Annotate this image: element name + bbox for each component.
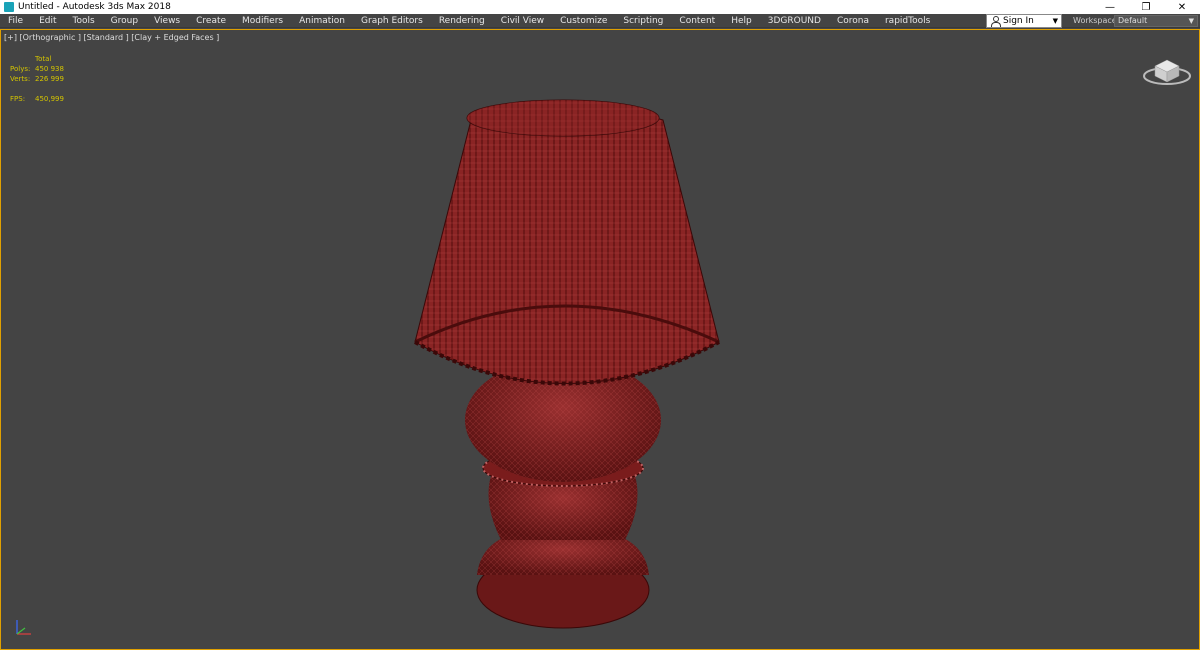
viewport-orthographic[interactable]: [+] [Orthographic ] [Standard ] [Clay + … [0,29,1200,650]
workspace-value: Default [1118,16,1148,25]
axis-tripod-icon [16,620,31,635]
title-bar: Untitled - Autodesk 3ds Max 2018 — ❐ ✕ [0,0,1200,14]
menu-tools[interactable]: Tools [65,14,103,28]
sign-in-button[interactable]: Sign In ▼ [986,14,1062,28]
menu-group[interactable]: Group [103,14,146,28]
menu-views[interactable]: Views [146,14,188,28]
polys-value: 450 938 [35,65,64,73]
verts-label: Verts: [10,75,31,83]
sign-in-label: Sign In [1003,16,1034,26]
stats-header: Total [35,55,52,63]
user-icon [990,16,1001,27]
workspace-select[interactable]: Default ▼ [1114,15,1198,27]
viewcube-icon[interactable] [1141,54,1193,86]
window-title: Untitled - Autodesk 3ds Max 2018 [18,2,171,12]
window-controls: — ❐ ✕ [1092,0,1200,14]
viewport-label[interactable]: [+] [Orthographic ] [Standard ] [Clay + … [4,33,219,42]
menu-3dground[interactable]: 3DGROUND [760,14,829,28]
menu-rendering[interactable]: Rendering [431,14,493,28]
fps-label: FPS: [10,95,26,103]
chevron-down-icon: ▼ [1052,17,1058,25]
menu-create[interactable]: Create [188,14,234,28]
menu-graph-editors[interactable]: Graph Editors [353,14,431,28]
app-icon [4,2,14,12]
close-button[interactable]: ✕ [1164,0,1200,14]
menu-content[interactable]: Content [671,14,723,28]
menu-civil-view[interactable]: Civil View [493,14,552,28]
minimize-button[interactable]: — [1092,0,1128,14]
fps-value: 450,999 [35,95,64,103]
menu-rapidtools[interactable]: rapidTools [877,14,938,28]
restore-button[interactable]: ❐ [1128,0,1164,14]
menu-file[interactable]: File [0,14,31,28]
menu-edit[interactable]: Edit [31,14,64,28]
verts-value: 226 999 [35,75,64,83]
chevron-down-icon: ▼ [1188,17,1194,25]
menu-help[interactable]: Help [723,14,760,28]
menu-animation[interactable]: Animation [291,14,353,28]
statistics-overlay: Total Polys: 450 938 Verts: 226 999 FPS: 45… [10,54,75,104]
menu-scripting[interactable]: Scripting [615,14,671,28]
lamp-model[interactable] [401,70,731,630]
polys-label: Polys: [10,65,31,73]
menu-modifiers[interactable]: Modifiers [234,14,291,28]
menu-customize[interactable]: Customize [552,14,615,28]
menu-corona[interactable]: Corona [829,14,877,28]
